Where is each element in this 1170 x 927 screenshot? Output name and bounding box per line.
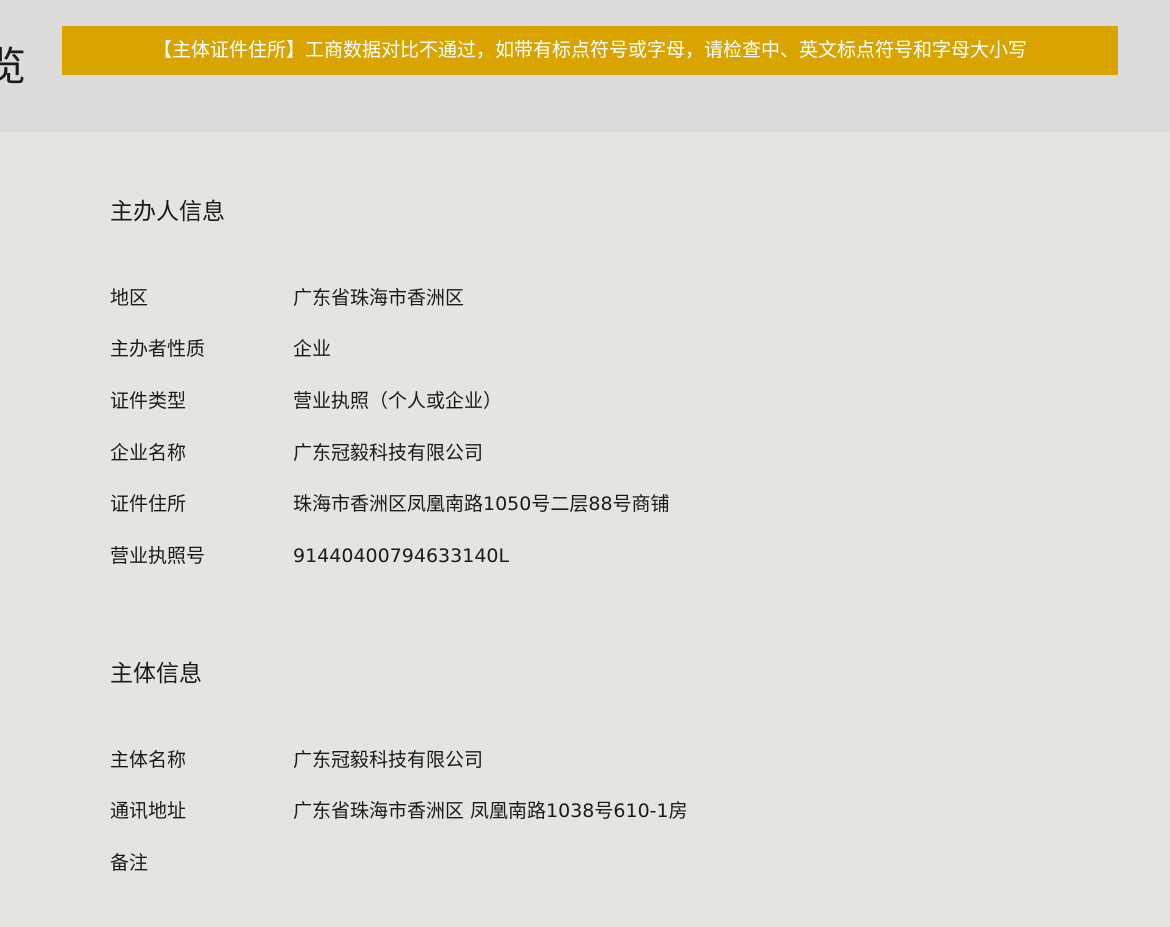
- field-label: 证件类型: [110, 390, 187, 412]
- sponsor-row-region: 地区 广东省珠海市香洲区: [110, 283, 1110, 313]
- entity-row-name: 主体名称 广东冠毅科技有限公司: [110, 745, 1110, 775]
- entity-row-remarks: 备注: [110, 848, 1110, 878]
- entity-row-mailing-address: 通讯地址 广东省珠海市香洲区 凤凰南路1038号610-1房: [110, 796, 1110, 826]
- sponsor-section-title: 主办人信息: [110, 199, 225, 225]
- page-header: 览 【主体证件住所】工商数据对比不通过，如带有标点符号或字母，请检查中、英文标点…: [0, 0, 1170, 132]
- field-value: 企业: [293, 338, 332, 360]
- main-content: 主办人信息 地区 广东省珠海市香洲区 主办者性质 企业 证件类型 营业执照（个人…: [0, 132, 1170, 927]
- sponsor-row-cert-type: 证件类型 营业执照（个人或企业）: [110, 386, 1110, 416]
- field-label: 营业执照号: [110, 545, 206, 567]
- field-label: 主办者性质: [110, 338, 206, 360]
- page-title: 览: [0, 44, 26, 90]
- sponsor-row-license-number: 营业执照号 91440400794633140L: [110, 541, 1110, 571]
- field-label: 通讯地址: [110, 800, 187, 822]
- field-value: 广东冠毅科技有限公司: [293, 442, 484, 464]
- validation-alert-banner: 【主体证件住所】工商数据对比不通过，如带有标点符号或字母，请检查中、英文标点符号…: [62, 26, 1118, 75]
- sponsor-row-cert-address: 证件住所 珠海市香洲区凤凰南路1050号二层88号商铺: [110, 489, 1110, 519]
- field-label: 证件住所: [110, 493, 187, 515]
- field-label: 备注: [110, 852, 149, 874]
- field-value: 广东省珠海市香洲区 凤凰南路1038号610-1房: [293, 800, 688, 822]
- field-label: 企业名称: [110, 442, 187, 464]
- field-value: 营业执照（个人或企业）: [293, 390, 503, 412]
- field-label: 主体名称: [110, 749, 187, 771]
- field-value: 珠海市香洲区凤凰南路1050号二层88号商铺: [293, 493, 670, 515]
- field-value: 广东冠毅科技有限公司: [293, 749, 484, 771]
- sponsor-row-company-name: 企业名称 广东冠毅科技有限公司: [110, 438, 1110, 468]
- sponsor-row-nature: 主办者性质 企业: [110, 334, 1110, 364]
- field-value: 广东省珠海市香洲区: [293, 287, 465, 309]
- field-value: 91440400794633140L: [293, 545, 510, 567]
- entity-section-title: 主体信息: [110, 661, 202, 687]
- field-label: 地区: [110, 287, 149, 309]
